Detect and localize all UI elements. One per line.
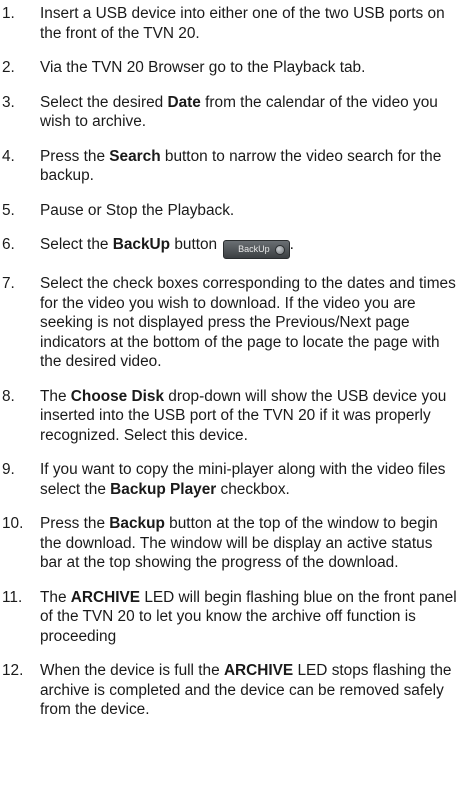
step-text-segment: Press the [40, 147, 110, 165]
step-item: 5. Pause or Stop the Playback. [0, 201, 460, 221]
record-dot-icon [274, 244, 285, 255]
step-text-segment: Select the [40, 236, 113, 253]
backup-button-label: BackUp [238, 244, 270, 254]
step-text-segment: Insert a USB device into either one of t… [40, 5, 445, 42]
step-text-segment: Press the [40, 515, 110, 532]
step-text-segment: Pause or Stop the Playback. [40, 201, 235, 219]
step-text: When the device is full the ARCHIVE LED … [40, 661, 460, 720]
step-text-segment: When the device is full the [40, 662, 224, 679]
step-text-bold: Search [109, 147, 161, 165]
step-text: If you want to copy the mini-player alon… [40, 460, 460, 499]
step-item: 11. The ARCHIVE LED will begin flashing … [0, 588, 460, 647]
step-text: Select the desired Date from the calenda… [40, 93, 460, 132]
step-item: 2. Via the TVN 20 Browser go to the Play… [0, 58, 460, 78]
step-text-bold: Backup Player [110, 480, 217, 498]
step-text: Press the Backup button at the top of th… [40, 514, 460, 573]
step-text-bold: BackUp [112, 236, 171, 253]
step-text-segment: The [40, 588, 71, 606]
step-text: Select the check boxes corresponding to … [40, 274, 460, 372]
step-item: 10. Press the Backup button at the top o… [0, 514, 460, 573]
step-number: 8. [2, 387, 15, 405]
step-list: 1. Insert a USB device into either one o… [0, 4, 460, 720]
instruction-document: 1. Insert a USB device into either one o… [0, 0, 460, 810]
step-text: The Choose Disk drop-down will show the … [40, 387, 460, 446]
step-number: 11. [2, 588, 23, 606]
step-text-segment: Via the TVN 20 Browser go to the Playbac… [40, 59, 366, 76]
step-text: The ARCHIVE LED will begin flashing blue… [40, 588, 460, 647]
step-text: Insert a USB device into either one of t… [40, 4, 460, 43]
step-number: 10. [2, 515, 24, 532]
step-number: 12. [2, 662, 24, 679]
step-number: 1. [2, 5, 15, 22]
step-text-segment: . [289, 236, 294, 253]
step-number: 9. [2, 461, 15, 478]
step-text-bold: Choose Disk [70, 387, 165, 405]
step-text-bold: Backup [109, 515, 165, 532]
step-item: 4. Press the Search button to narrow the… [0, 147, 460, 186]
step-text: Pause or Stop the Playback. [40, 201, 460, 221]
step-text-segment: checkbox. [216, 480, 290, 498]
step-item: 12. When the device is full the ARCHIVE … [0, 661, 460, 720]
step-number: 6. [2, 236, 15, 253]
step-text: Select the BackUp button BackUp. [40, 235, 460, 259]
step-number: 7. [2, 275, 15, 292]
step-text-bold: Date [167, 93, 201, 111]
step-text-segment: Select the check boxes corresponding to … [40, 275, 456, 370]
step-number: 5. [2, 201, 15, 219]
step-text: Press the Search button to narrow the vi… [40, 147, 460, 186]
step-item: 9. If you want to copy the mini-player a… [0, 460, 460, 499]
step-item: 1. Insert a USB device into either one o… [0, 4, 460, 43]
step-number: 2. [2, 59, 15, 76]
step-item: 7. Select the check boxes corresponding … [0, 274, 460, 372]
step-text-bold: ARCHIVE [70, 588, 141, 606]
step-number: 4. [2, 147, 15, 165]
step-text-segment: The [40, 387, 71, 405]
step-item: 3. Select the desired Date from the cale… [0, 93, 460, 132]
step-number: 3. [2, 93, 15, 111]
backup-button-image: BackUp [223, 240, 290, 259]
step-text: Via the TVN 20 Browser go to the Playbac… [40, 58, 460, 78]
step-text-segment: button [170, 236, 218, 253]
step-item: 8. The Choose Disk drop-down will show t… [0, 387, 460, 446]
step-text-bold: ARCHIVE [223, 662, 294, 679]
step-item: 6. Select the BackUp button BackUp. [0, 235, 460, 259]
step-text-segment: Select the desired [40, 93, 168, 111]
